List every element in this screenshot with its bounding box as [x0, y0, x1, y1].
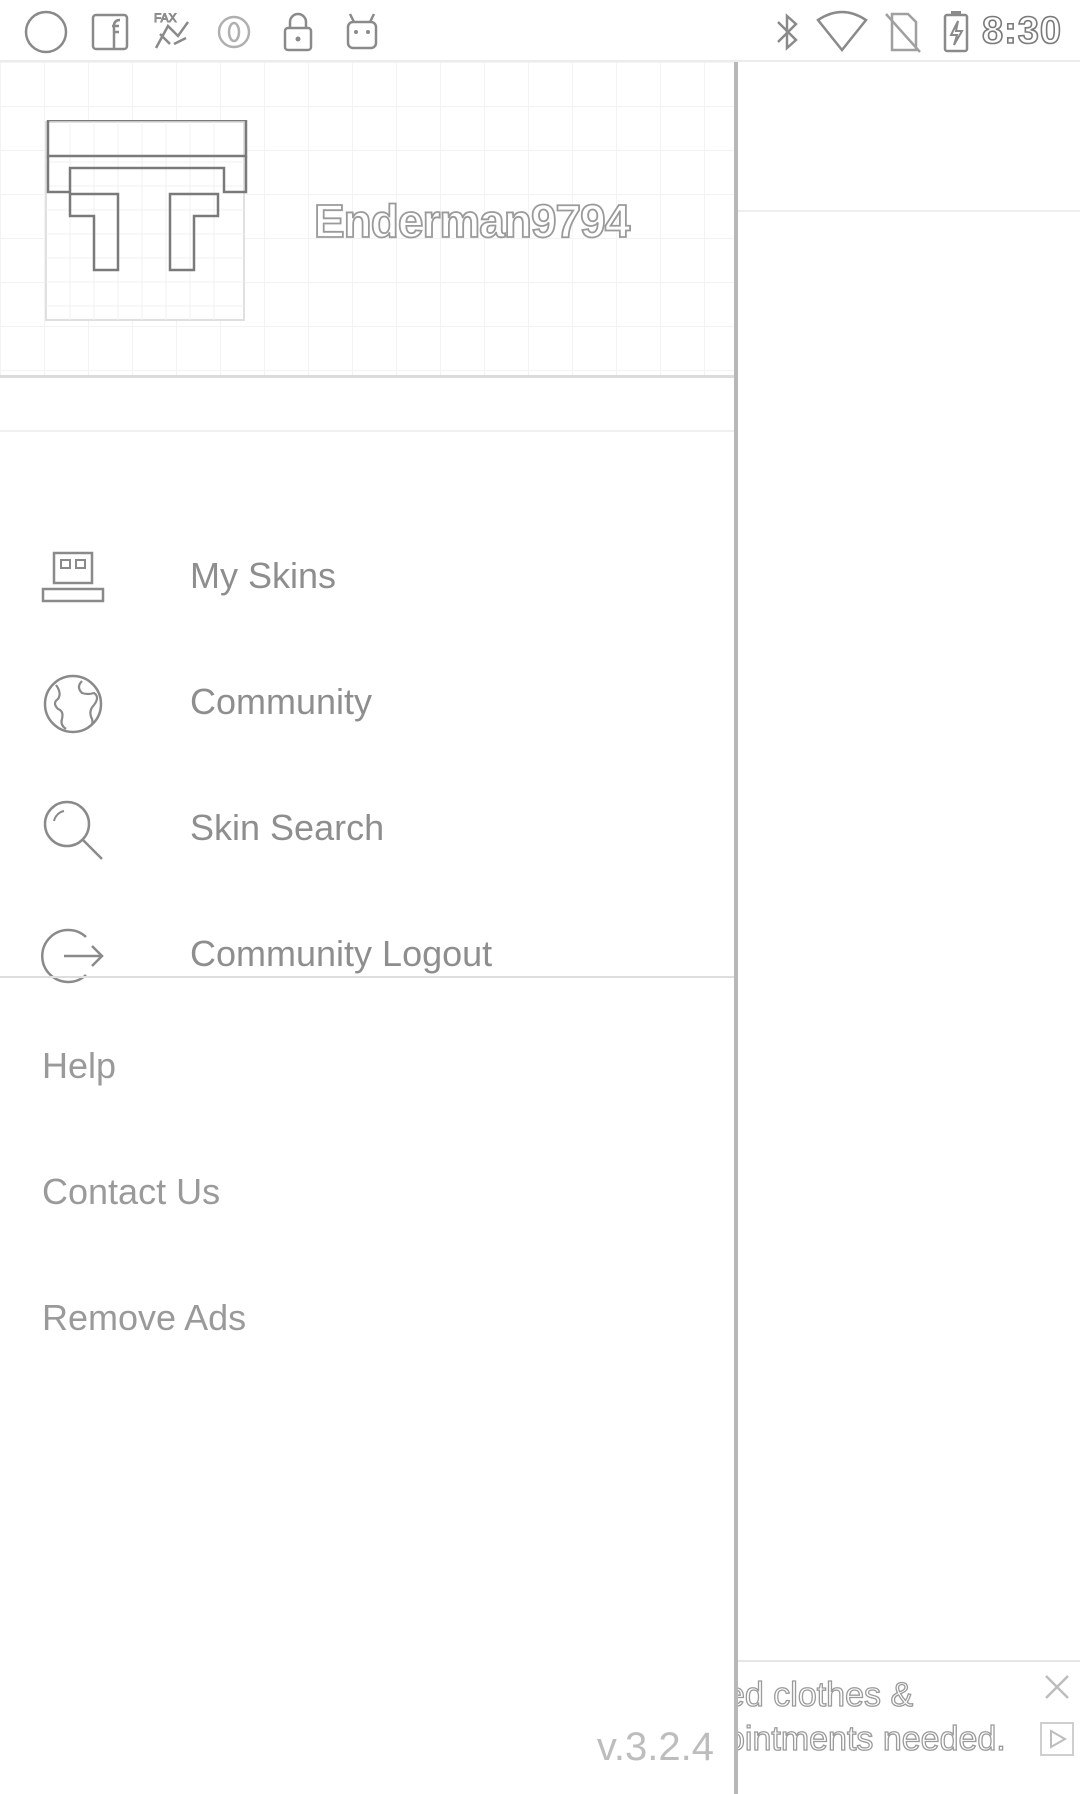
username: Enderman9794 — [313, 194, 631, 248]
nav-item-community[interactable]: Community — [0, 641, 734, 767]
menu-item-label: Contact Us — [42, 1171, 221, 1212]
no-sim-icon — [876, 8, 928, 56]
drawer-header: Enderman9794 — [0, 62, 734, 378]
search-icon — [40, 797, 106, 863]
opera-icon — [208, 8, 260, 56]
background-app-bar — [736, 62, 1080, 212]
nav-item-label: Skin Search — [190, 807, 385, 848]
nav-item-label: Community — [190, 681, 373, 722]
fax-icon: FAX — [146, 8, 198, 56]
avatar[interactable] — [44, 118, 250, 326]
menu-item-remove-ads[interactable]: Remove Ads — [0, 1257, 734, 1383]
nav-item-skin-search[interactable]: Skin Search — [0, 767, 734, 893]
menu-item-help[interactable]: Help — [0, 1005, 734, 1131]
logout-icon — [40, 923, 106, 989]
header-spacer — [0, 378, 734, 432]
lock-icon — [272, 8, 324, 56]
wifi-icon — [816, 8, 868, 56]
android-icon — [336, 8, 388, 56]
globe-icon — [40, 671, 106, 737]
nav-item-label: My Skins — [190, 555, 337, 596]
bluetooth-icon — [762, 8, 814, 56]
computer-icon — [40, 545, 106, 611]
app-version: v.3.2.4 — [596, 1725, 714, 1769]
nav-item-my-skins[interactable]: My Skins — [0, 515, 734, 641]
nav-item-label: Community Logout — [190, 933, 493, 974]
ad-close-icon[interactable] — [1040, 1670, 1074, 1704]
battery-charging-icon — [930, 8, 982, 56]
circle-icon — [20, 8, 72, 56]
nav-item-community-logout[interactable]: Community Logout — [0, 893, 734, 1019]
clock: 8:30 — [981, 9, 1062, 53]
background-app — [736, 62, 1080, 1794]
facebook-icon — [84, 8, 136, 56]
navigation-drawer: Enderman9794 My Skins Community Skin Sea… — [0, 62, 738, 1794]
menu-item-contact-us[interactable]: Contact Us — [0, 1131, 734, 1257]
ad-banner[interactable]: ed clothes & ointments needed. — [736, 1660, 1080, 1794]
menu-item-label: Help — [42, 1045, 117, 1086]
ad-text-line-1: ed clothes & — [736, 1675, 914, 1714]
ad-choices-icon[interactable] — [1040, 1722, 1074, 1756]
drawer-divider — [0, 976, 734, 978]
ad-text-line-2: ointments needed. — [736, 1719, 1006, 1758]
svg-text:FAX: FAX — [154, 11, 177, 25]
menu-item-label: Remove Ads — [42, 1297, 247, 1338]
status-bar: FAX 8:30 — [0, 0, 1080, 62]
